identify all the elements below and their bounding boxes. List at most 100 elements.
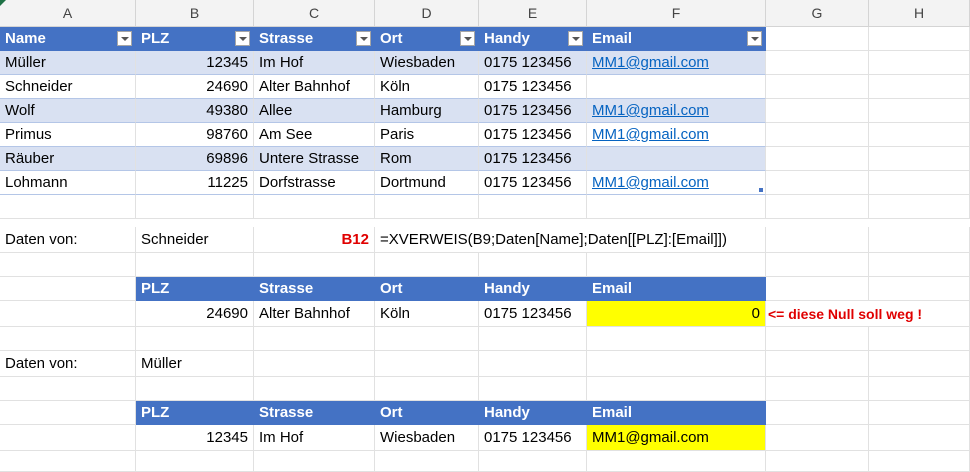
cell[interactable] <box>766 401 869 425</box>
cell[interactable] <box>136 451 254 472</box>
column-header-f[interactable]: F <box>587 0 766 26</box>
cell[interactable] <box>869 377 970 401</box>
cell[interactable] <box>869 451 970 472</box>
lookup2-label[interactable]: Daten von: <box>0 351 136 377</box>
cell-strasse[interactable]: Alter Bahnhof <box>254 75 375 99</box>
lookup2-value-ort[interactable]: Wiesbaden <box>375 425 479 451</box>
lookup2-header-handy[interactable]: Handy <box>479 401 587 425</box>
cell[interactable] <box>766 51 869 75</box>
cell-ort[interactable]: Paris <box>375 123 479 147</box>
cell[interactable] <box>766 451 869 472</box>
cell[interactable] <box>375 377 479 401</box>
filter-dropdown-icon[interactable] <box>235 31 250 46</box>
cell[interactable] <box>136 253 254 277</box>
cell[interactable] <box>0 277 136 301</box>
cell[interactable] <box>766 227 869 253</box>
cell[interactable] <box>254 451 375 472</box>
lookup2-value-email[interactable]: MM1@gmail.com <box>587 425 766 451</box>
header-cell-email[interactable]: Email <box>587 27 766 51</box>
cell[interactable] <box>0 253 136 277</box>
lookup2-header-strasse[interactable]: Strasse <box>254 401 375 425</box>
lookup1-header-strasse[interactable]: Strasse <box>254 277 375 301</box>
cell[interactable] <box>587 351 766 377</box>
lookup2-header-email[interactable]: Email <box>587 401 766 425</box>
filter-dropdown-icon[interactable] <box>747 31 762 46</box>
cell[interactable] <box>587 227 766 253</box>
cell-ort[interactable]: Hamburg <box>375 99 479 123</box>
header-cell-strasse[interactable]: Strasse <box>254 27 375 51</box>
cell[interactable] <box>869 123 970 147</box>
cell[interactable] <box>869 227 970 253</box>
cell-strasse[interactable]: Am See <box>254 123 375 147</box>
cell-handy[interactable]: 0175 123456 <box>479 99 587 123</box>
cell-strasse[interactable]: Dorfstrasse <box>254 171 375 195</box>
cell[interactable] <box>375 327 479 351</box>
cell[interactable] <box>766 123 869 147</box>
cell[interactable] <box>766 75 869 99</box>
header-cell-plz[interactable]: PLZ <box>136 27 254 51</box>
cell[interactable] <box>869 195 970 219</box>
cell-name[interactable]: Schneider <box>0 75 136 99</box>
cell-ort[interactable]: Dortmund <box>375 171 479 195</box>
cell[interactable] <box>136 377 254 401</box>
cell[interactable] <box>766 327 869 351</box>
cell[interactable] <box>869 51 970 75</box>
lookup1-header-email[interactable]: Email <box>587 277 766 301</box>
lookup1-label[interactable]: Daten von: <box>0 227 136 253</box>
cell-handy[interactable]: 0175 123456 <box>479 51 587 75</box>
formula-text-cell[interactable]: =XVERWEIS(B9;Daten[Name];Daten[[PLZ]:[Em… <box>375 227 727 253</box>
lookup2-value-strasse[interactable]: Im Hof <box>254 425 375 451</box>
cell[interactable] <box>869 253 970 277</box>
cell-email[interactable]: MM1@gmail.com <box>587 171 766 195</box>
email-link[interactable]: MM1@gmail.com <box>592 126 709 143</box>
column-header-a[interactable]: A <box>0 0 136 26</box>
lookup1-header-ort[interactable]: Ort <box>375 277 479 301</box>
cell[interactable] <box>479 327 587 351</box>
cell[interactable] <box>869 75 970 99</box>
cell[interactable] <box>375 195 479 219</box>
cell-strasse[interactable]: Im Hof <box>254 51 375 75</box>
column-header-g[interactable]: G <box>766 0 869 26</box>
cell[interactable] <box>254 351 375 377</box>
lookup1-value-email[interactable]: 0 <box>587 301 766 327</box>
cell-ort[interactable]: Köln <box>375 75 479 99</box>
column-header-h[interactable]: H <box>869 0 970 26</box>
header-cell-handy[interactable]: Handy <box>479 27 587 51</box>
cell[interactable] <box>766 377 869 401</box>
cell-email[interactable] <box>587 75 766 99</box>
cell[interactable] <box>869 425 970 451</box>
lookup1-value-plz[interactable]: 24690 <box>136 301 254 327</box>
cell[interactable] <box>869 99 970 123</box>
cell-plz[interactable]: 98760 <box>136 123 254 147</box>
cell[interactable] <box>869 351 970 377</box>
cell-strasse[interactable]: Untere Strasse <box>254 147 375 171</box>
cell[interactable] <box>766 253 869 277</box>
filter-dropdown-icon[interactable] <box>460 31 475 46</box>
cell-strasse[interactable]: Allee <box>254 99 375 123</box>
cell-name[interactable]: Räuber <box>0 147 136 171</box>
cell[interactable] <box>479 451 587 472</box>
cell[interactable] <box>869 327 970 351</box>
cell-plz[interactable]: 49380 <box>136 99 254 123</box>
cell[interactable] <box>869 171 970 195</box>
cell[interactable] <box>869 277 970 301</box>
cell-email[interactable]: MM1@gmail.com <box>587 99 766 123</box>
cell[interactable] <box>869 27 970 51</box>
cell[interactable] <box>587 327 766 351</box>
cell[interactable] <box>0 377 136 401</box>
cell[interactable] <box>136 195 254 219</box>
cell[interactable] <box>254 195 375 219</box>
lookup2-name-cell[interactable]: Müller <box>136 351 254 377</box>
cell[interactable] <box>0 301 136 327</box>
cell-email[interactable]: MM1@gmail.com <box>587 123 766 147</box>
cell[interactable] <box>254 377 375 401</box>
cell-plz[interactable]: 12345 <box>136 51 254 75</box>
column-header-d[interactable]: D <box>375 0 479 26</box>
lookup2-value-handy[interactable]: 0175 123456 <box>479 425 587 451</box>
cell[interactable] <box>766 147 869 171</box>
cell-ort[interactable]: Rom <box>375 147 479 171</box>
cell[interactable] <box>766 351 869 377</box>
filter-dropdown-icon[interactable] <box>568 31 583 46</box>
header-cell-ort[interactable]: Ort <box>375 27 479 51</box>
cell[interactable] <box>766 99 869 123</box>
